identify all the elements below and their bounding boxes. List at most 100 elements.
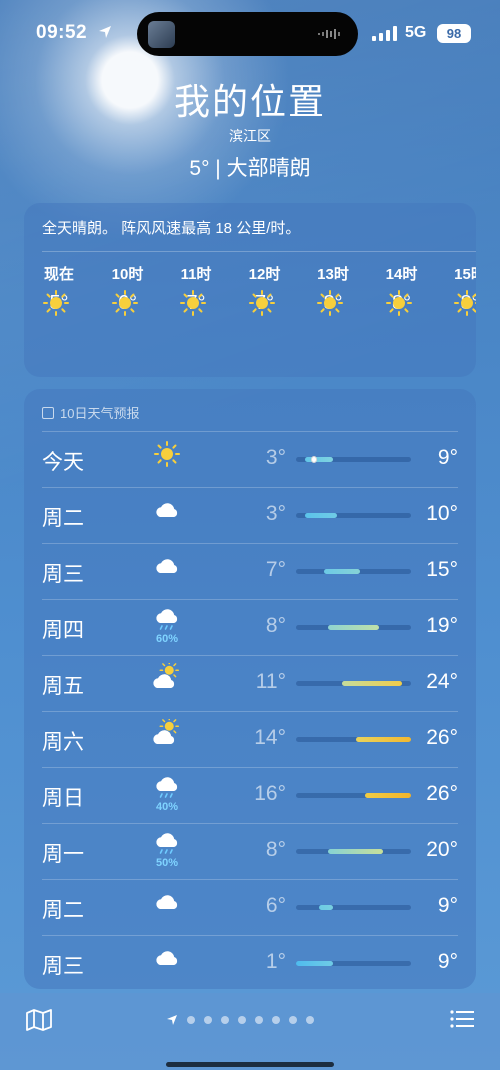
weather-icon-wrap: [149, 439, 185, 483]
waveform-icon: [318, 29, 340, 39]
forecast-row[interactable]: 周一 50% 8° 20°: [24, 823, 476, 879]
home-indicator[interactable]: [166, 1062, 334, 1067]
divider: [42, 655, 458, 656]
current-location-icon[interactable]: [166, 1014, 178, 1026]
high-temp: 9°: [437, 894, 458, 917]
forecast-row[interactable]: 周三 1° 9°: [24, 935, 476, 989]
day-label: 周三: [42, 563, 84, 586]
page-dot[interactable]: [272, 1016, 280, 1024]
location-header: 我的位置 滨江区 5° | 大部晴朗: [0, 80, 500, 182]
low-temp: 8°: [265, 614, 286, 637]
temp-range-track: [296, 625, 411, 630]
hour-label: 10时: [111, 266, 144, 283]
hour-label: 11时: [180, 266, 212, 283]
hourly-strip[interactable]: 现在5°10时6°11时7°12时7°13时8°14时8°15时8°: [24, 263, 476, 373]
high-temp: 24°: [426, 670, 458, 693]
divider: [42, 599, 458, 600]
temp-range-track: [296, 737, 411, 742]
bottom-toolbar: [0, 993, 500, 1070]
signal-icon: [372, 26, 397, 41]
divider: [42, 431, 458, 432]
dynamic-island[interactable]: [137, 12, 358, 56]
cloud-icon: [156, 895, 178, 909]
high-temp: 9°: [437, 950, 458, 973]
forecast-row[interactable]: 周二 6° 9°: [24, 879, 476, 935]
precip-chance: 50%: [155, 857, 179, 869]
temp-range-bar: [305, 457, 333, 462]
day-label: 周二: [42, 899, 84, 922]
hourly-forecast-card[interactable]: 全天晴朗。 阵风风速最高 18 公里/时。 现在5°10时6°11时7°12时7…: [24, 203, 476, 377]
hour-label: 13时: [317, 266, 349, 283]
partly-sunny-icon: [153, 663, 179, 688]
temp-range-track: [296, 905, 411, 910]
low-temp: 3°: [265, 502, 286, 525]
forecast-row[interactable]: 周日 40% 16° 26°: [24, 767, 476, 823]
day-label: 今天: [42, 451, 84, 474]
sun-icon: [317, 290, 343, 316]
hour-item: 13时8°: [303, 263, 363, 316]
page-title: 我的位置: [173, 81, 326, 122]
low-temp: 3°: [265, 446, 286, 469]
weather-icon-wrap: [149, 551, 185, 595]
precip-chance: 40%: [155, 801, 179, 813]
day-label: 周日: [42, 787, 84, 810]
page-dot[interactable]: [204, 1016, 212, 1024]
hour-item: 12时7°: [235, 263, 295, 316]
forecast-title: 10日天气预报: [60, 406, 140, 421]
precip-chance: 60%: [155, 633, 179, 645]
divider: [42, 935, 458, 936]
weather-icon-wrap: [149, 943, 185, 987]
page-dot[interactable]: [289, 1016, 297, 1024]
district-label: 滨江区: [229, 128, 271, 144]
weather-icon-wrap: 50%: [149, 831, 185, 875]
temp-range-bar: [355, 737, 411, 742]
sun-icon: [454, 290, 476, 316]
high-temp: 20°: [426, 838, 458, 861]
hour-label: 12时: [248, 266, 281, 283]
page-dot[interactable]: [187, 1016, 195, 1024]
divider: [42, 711, 458, 712]
day-label: 周一: [42, 843, 84, 866]
page-dot[interactable]: [221, 1016, 229, 1024]
divider: [42, 823, 458, 824]
forecast-row[interactable]: 周二 3° 10°: [24, 487, 476, 543]
temp-range-bar: [328, 625, 379, 630]
weather-icon-wrap: 40%: [149, 775, 185, 819]
page-indicator[interactable]: [166, 1013, 314, 1027]
day-label: 周四: [42, 619, 84, 642]
divider: [42, 879, 458, 880]
partly-sunny-icon: [153, 719, 179, 744]
sun-icon: [248, 290, 275, 316]
cloud-icon: [156, 951, 178, 965]
list-icon[interactable]: [450, 1009, 474, 1029]
high-temp: 10°: [426, 502, 458, 525]
low-temp: 14°: [254, 726, 286, 749]
high-temp: 26°: [426, 726, 458, 749]
temp-range-track: [296, 961, 411, 966]
temp-range-track: [296, 569, 411, 574]
hourly-description: 全天晴朗。 阵风风速最高 18 公里/时。: [42, 220, 301, 237]
forecast-row[interactable]: 周三 7° 15°: [24, 543, 476, 599]
hour-item: 10时6°: [98, 263, 158, 316]
forecast-row[interactable]: 周四 60% 8° 19°: [24, 599, 476, 655]
forecast-row[interactable]: 今天 3° 9°: [24, 431, 476, 487]
ten-day-forecast-card[interactable]: 10日天气预报 今天 3° 9° 周二 3° 10° 周三 7° 15° 周四 60% 8° 19° 周五…: [24, 389, 476, 989]
location-arrow-icon: [99, 26, 111, 38]
forecast-row[interactable]: 周六 14° 26°: [24, 711, 476, 767]
temp-range-track: [296, 681, 411, 686]
day-label: 周二: [42, 507, 84, 530]
divider: [42, 543, 458, 544]
page-dot[interactable]: [238, 1016, 246, 1024]
divider: [42, 487, 458, 488]
hour-item: 现在5°: [29, 263, 89, 316]
temp-range-track: [296, 456, 411, 463]
current-summary: 5° | 大部晴朗: [189, 157, 311, 180]
page-dot[interactable]: [255, 1016, 263, 1024]
page-dot[interactable]: [306, 1016, 314, 1024]
forecast-row[interactable]: 周五 11° 24°: [24, 655, 476, 711]
temp-range-bar: [319, 905, 333, 910]
weather-icon-wrap: [149, 495, 185, 539]
map-icon[interactable]: [26, 1009, 52, 1031]
sun-icon: [154, 441, 180, 467]
hour-item: 14时8°: [372, 263, 432, 316]
